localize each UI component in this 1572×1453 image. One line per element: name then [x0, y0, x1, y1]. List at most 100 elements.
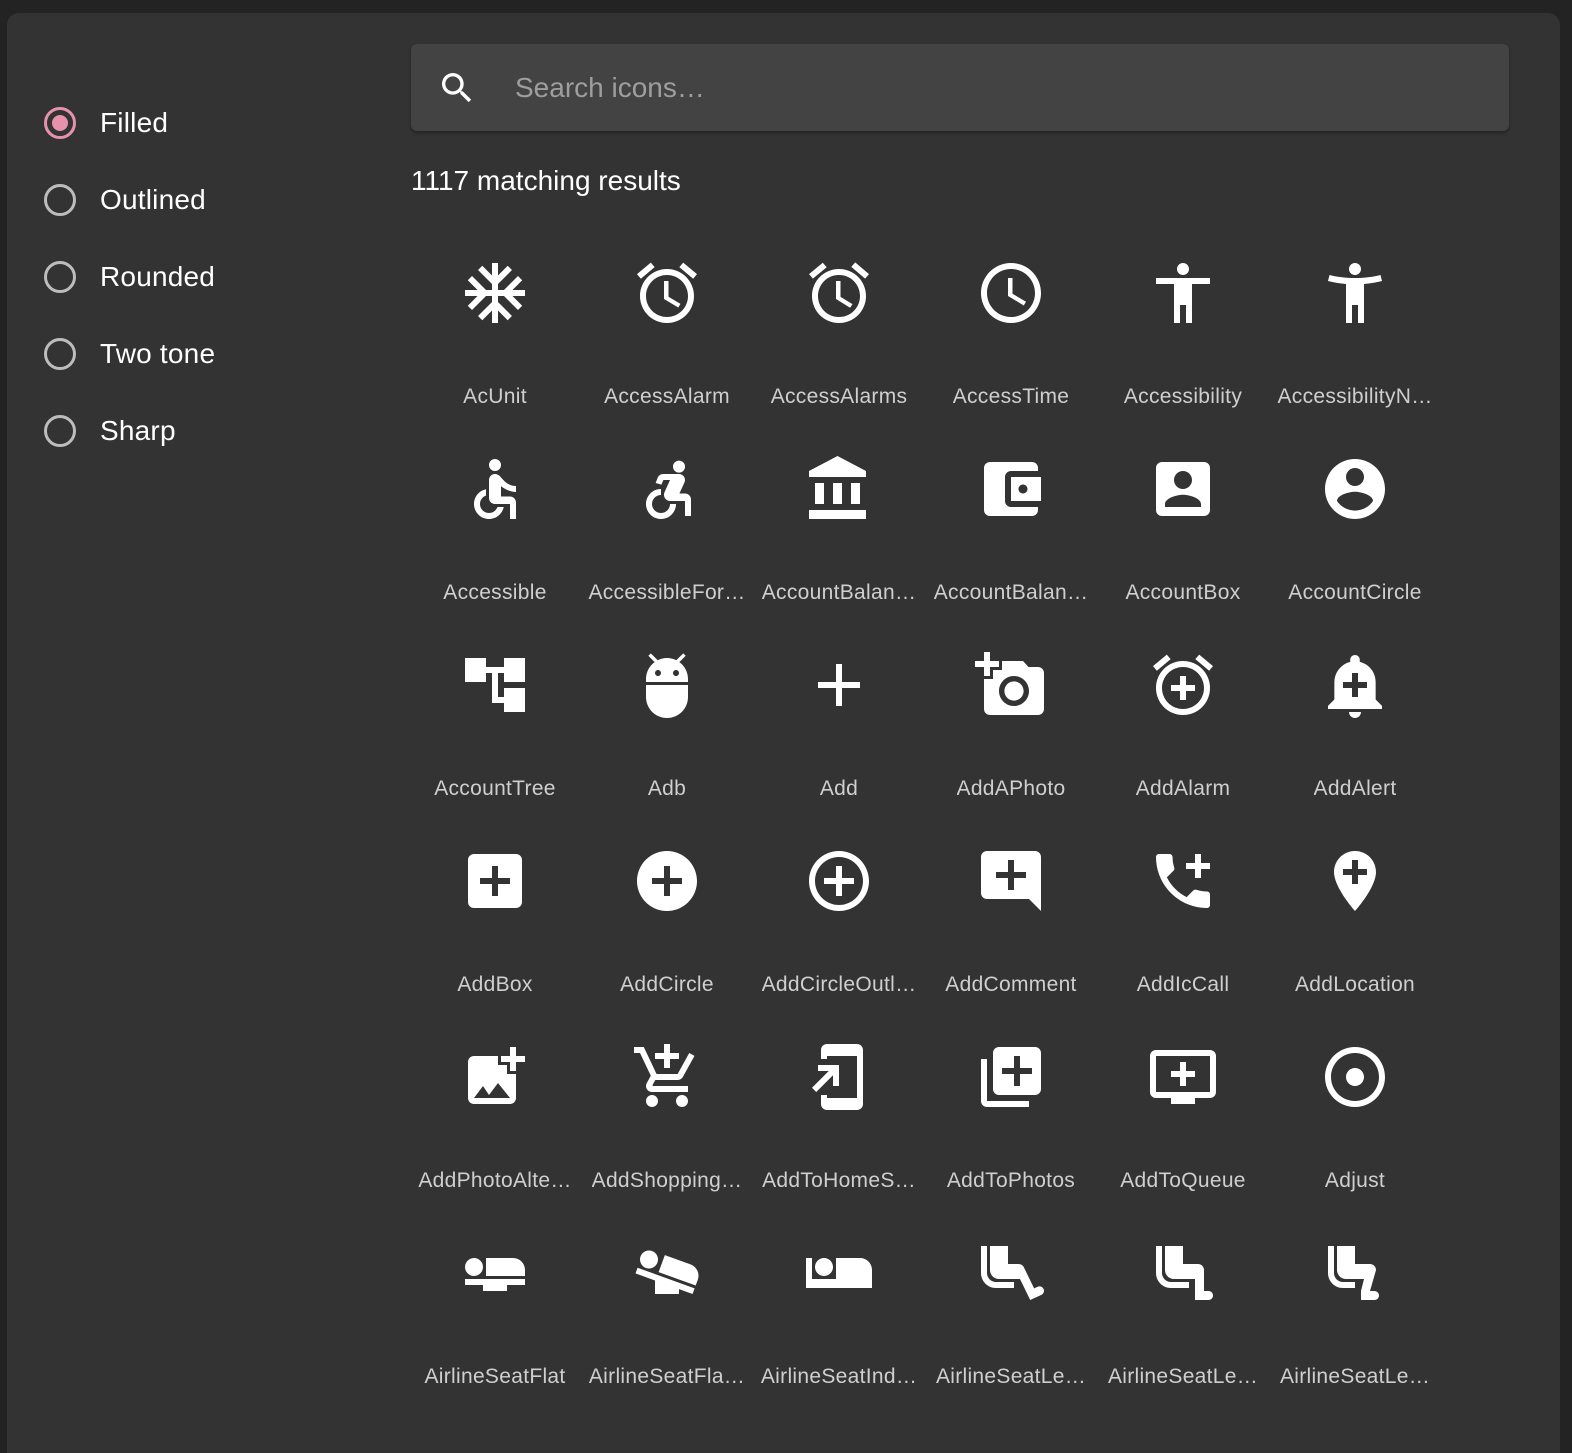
icon-tile-accessible[interactable]: Accessible: [409, 441, 581, 637]
icon-tile-airline-seat-individual-suite[interactable]: AirlineSeatInd…: [753, 1225, 925, 1421]
icon-tile-account-box[interactable]: AccountBox: [1097, 441, 1269, 637]
add-alert-icon: [1328, 655, 1382, 718]
icon-tile-add-box[interactable]: AddBox: [409, 833, 581, 1029]
icon-tile-add-shopping-cart[interactable]: AddShopping…: [581, 1029, 753, 1225]
add-location-icon: [1334, 851, 1376, 911]
icon-grid: AcUnit AccessAlarm AccessAlarms AccessTime A…: [409, 245, 1449, 1421]
icon-tile-label: AccountBalan…: [761, 581, 917, 604]
icon-tile-account-balance[interactable]: AccountBalan…: [753, 441, 925, 637]
add-a-photo-icon: [975, 652, 1044, 715]
icon-tile-airline-seat-flat[interactable]: AirlineSeatFlat: [409, 1225, 581, 1421]
icon-tile-accessibility[interactable]: Accessibility: [1097, 245, 1269, 441]
icon-tile-label: AccessTime: [952, 385, 1070, 408]
radio-option-sharp[interactable]: Sharp: [44, 392, 374, 469]
icon-tile-account-circle[interactable]: AccountCircle: [1269, 441, 1441, 637]
radio-option-two-tone[interactable]: Two tone: [44, 315, 374, 392]
icon-tile-account-balance-wallet[interactable]: AccountBalan…: [925, 441, 1097, 637]
icon-tile-adjust[interactable]: Adjust: [1269, 1029, 1441, 1225]
icon-tile-label: AddAlarm: [1135, 777, 1231, 800]
account-box-icon: [1156, 462, 1210, 516]
radio-unchecked-icon[interactable]: [44, 260, 76, 293]
icon-tile-label: AccountCircle: [1288, 581, 1422, 604]
icon-tile-access-time[interactable]: AccessTime: [925, 245, 1097, 441]
account-tree-icon: [465, 658, 525, 712]
results-count: 1117 matching results: [411, 165, 681, 196]
access-time-icon: [981, 263, 1041, 323]
icon-tile-label: Accessible: [443, 581, 547, 604]
icon-tile-airline-seat-legroom-extra[interactable]: AirlineSeatLe…: [925, 1225, 1097, 1421]
icon-tile-add-alert[interactable]: AddAlert: [1269, 637, 1441, 833]
icon-tile-label: AirlineSeatLe…: [1279, 1365, 1431, 1388]
account-circle-icon: [1325, 459, 1385, 519]
add-alarm-icon: [1153, 654, 1213, 715]
icon-tile-add-photo-alternate[interactable]: AddPhotoAlte…: [409, 1029, 581, 1225]
icon-tile-label: Accessibility: [1123, 385, 1243, 408]
radio-label: Sharp: [100, 414, 176, 446]
icon-tile-ac-unit[interactable]: AcUnit: [409, 245, 581, 441]
icon-tile-add-location[interactable]: AddLocation: [1269, 833, 1441, 1029]
radio-option-outlined[interactable]: Outlined: [44, 161, 374, 238]
icon-tile-add-comment[interactable]: AddComment: [925, 833, 1097, 1029]
icon-tile-add-to-photos[interactable]: AddToPhotos: [925, 1029, 1097, 1225]
accessible-icon: [474, 459, 516, 519]
adb-icon: [646, 653, 688, 718]
icon-tile-add-a-photo[interactable]: AddAPhoto: [925, 637, 1097, 833]
icon-tile-add-ic-call[interactable]: AddIcCall: [1097, 833, 1269, 1029]
icon-tile-label: AddLocation: [1294, 973, 1416, 996]
radio-checked-icon[interactable]: [44, 106, 76, 139]
icon-tile-add-to-home-screen[interactable]: AddToHomeS…: [753, 1029, 925, 1225]
icon-tile-airline-seat-legroom-normal[interactable]: AirlineSeatLe…: [1097, 1225, 1269, 1421]
search-input[interactable]: [513, 70, 1417, 105]
icon-tile-add-to-queue[interactable]: AddToQueue: [1097, 1029, 1269, 1225]
add-circle-outline-icon: [809, 851, 869, 911]
icon-tile-label: AirlineSeatInd…: [760, 1365, 918, 1388]
add-ic-call-icon: [1156, 854, 1210, 908]
access-alarms-icon: [809, 262, 869, 323]
add-icon: [818, 664, 860, 706]
radio-option-rounded[interactable]: Rounded: [44, 238, 374, 315]
icon-tile-label: AccessibleFor…: [588, 581, 746, 604]
icon-tile-label: AirlineSeatFlat: [424, 1365, 566, 1388]
icon-tile-label: AccountTree: [434, 777, 556, 800]
radio-label: Filled: [100, 106, 169, 138]
icon-tile-adb[interactable]: Adb: [581, 637, 753, 833]
radio-label: Rounded: [100, 260, 216, 292]
adjust-icon: [1325, 1047, 1385, 1107]
icon-tile-airline-seat-flat-angled[interactable]: AirlineSeatFla…: [581, 1225, 753, 1421]
icon-tile-access-alarm[interactable]: AccessAlarm: [581, 245, 753, 441]
icon-tile-label: AirlineSeatLe…: [935, 1365, 1087, 1388]
airline-seat-flat-icon: [465, 1258, 525, 1291]
radio-option-filled[interactable]: Filled: [44, 84, 374, 161]
icon-tile-accessibility-new[interactable]: AccessibilityN…: [1269, 245, 1441, 441]
icon-tile-add-alarm[interactable]: AddAlarm: [1097, 637, 1269, 833]
search-bar[interactable]: [411, 44, 1509, 131]
account-balance-wallet-icon: [984, 462, 1041, 516]
airline-seat-flat-angled-icon: [635, 1250, 699, 1294]
radio-unchecked-icon[interactable]: [44, 337, 76, 370]
icon-tile-label: AddPhotoAlte…: [418, 1169, 572, 1192]
icon-tile-label: AccountBalan…: [933, 581, 1089, 604]
icon-tile-label: AcUnit: [463, 385, 527, 408]
icon-tile-account-tree[interactable]: AccountTree: [409, 637, 581, 833]
icon-tile-add-circle[interactable]: AddCircle: [581, 833, 753, 1029]
add-photo-alternate-icon: [468, 1047, 525, 1104]
icon-tile-add-circle-outline[interactable]: AddCircleOutl…: [753, 833, 925, 1029]
add-circle-icon: [637, 851, 697, 911]
icon-tile-add[interactable]: Add: [753, 637, 925, 833]
icon-tile-label: AccountBox: [1125, 581, 1241, 604]
icon-tile-access-alarms[interactable]: AccessAlarms: [753, 245, 925, 441]
airline-seat-individual-suite-icon: [806, 1258, 872, 1288]
airline-seat-legroom-normal-icon: [1156, 1246, 1213, 1300]
icon-tile-label: Adjust: [1324, 1169, 1386, 1192]
airline-seat-legroom-extra-icon: [981, 1246, 1045, 1300]
icon-tile-label: AddAPhoto: [956, 777, 1066, 800]
icon-tile-accessible-forward[interactable]: AccessibleFor…: [581, 441, 753, 637]
radio-unchecked-icon[interactable]: [44, 414, 76, 447]
icon-tile-label: AddToQueue: [1120, 1169, 1246, 1192]
icon-tile-label: AccessAlarms: [770, 385, 908, 408]
add-to-photos-icon: [981, 1047, 1041, 1107]
icon-tile-label: Add: [819, 777, 859, 800]
radio-unchecked-icon[interactable]: [44, 183, 76, 216]
icon-tile-airline-seat-legroom-reduced[interactable]: AirlineSeatLe…: [1269, 1225, 1441, 1421]
icon-tile-label: AddToHomeS…: [762, 1169, 916, 1192]
